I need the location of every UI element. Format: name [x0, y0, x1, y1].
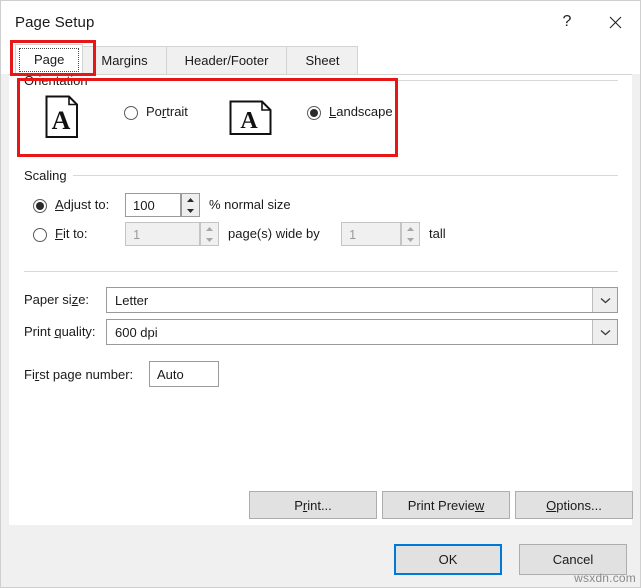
paper-size-dropdown-button[interactable]: [592, 288, 617, 312]
help-button[interactable]: ?: [544, 1, 590, 43]
tab-header-footer[interactable]: Header/Footer: [165, 46, 288, 74]
print-quality-value: 600 dpi: [115, 324, 158, 340]
fit-to-label-accel: F: [55, 226, 63, 241]
adjust-to-spinner[interactable]: [181, 193, 200, 217]
fit-to-wide-input: 1: [125, 222, 200, 246]
adjust-to-label-accel: A: [55, 197, 64, 212]
print-quality-dropdown-button[interactable]: [592, 320, 617, 344]
print-quality-label: Print quality:: [24, 324, 96, 339]
close-button[interactable]: [590, 1, 640, 43]
first-page-number-label: First page number:: [24, 367, 133, 382]
fit-to-label-post: it to:: [62, 226, 88, 241]
print-quality-combobox[interactable]: 600 dpi: [106, 319, 618, 345]
portrait-label-post: trait: [166, 104, 188, 119]
landscape-radio[interactable]: [307, 106, 321, 120]
adjust-to-label[interactable]: Adjust to:: [55, 197, 109, 212]
svg-text:A: A: [52, 106, 71, 135]
tab-strip: Page Margins Header/Footer Sheet: [15, 43, 359, 74]
watermark-text: wsxdn.com: [574, 571, 636, 585]
page-title: Page Setup: [15, 13, 95, 31]
fit-to-label[interactable]: Fit to:: [55, 226, 88, 241]
close-icon: [609, 16, 621, 28]
paper-size-label-pre: Paper si: [24, 292, 72, 307]
adjust-to-suffix: % normal size: [209, 197, 291, 212]
spinner-down-button: [402, 234, 419, 245]
scaling-section-divider: [24, 271, 618, 272]
landscape-page-icon[interactable]: A: [229, 100, 273, 136]
triangle-up-icon: [407, 226, 414, 231]
page-tab-panel: Orientation A Portrait A Landscape Scali…: [9, 73, 633, 525]
spinner-up-button: [402, 223, 419, 234]
triangle-up-icon: [206, 226, 213, 231]
tab-sheet[interactable]: Sheet: [286, 46, 359, 74]
scaling-group-label: Scaling: [24, 168, 73, 183]
triangle-up-icon: [187, 197, 194, 202]
print-button-pre: P: [294, 497, 303, 513]
portrait-page-icon[interactable]: A: [45, 95, 79, 139]
portrait-radio[interactable]: [124, 106, 138, 120]
dialog-footer: OK Cancel wsxdn.com: [1, 525, 640, 587]
paper-size-label-post: e:: [78, 292, 90, 307]
paper-size-label: Paper size:: [24, 292, 89, 307]
portrait-label-pre: Po: [146, 104, 162, 119]
chevron-down-icon: [600, 297, 610, 303]
first-page-number-label-post: st page number:: [39, 367, 134, 382]
spinner-down-button: [201, 234, 218, 245]
options-button-post: ptions...: [556, 497, 602, 513]
spinner-down-button[interactable]: [182, 205, 199, 216]
landscape-label[interactable]: Landscape: [329, 104, 393, 119]
ok-button[interactable]: OK: [394, 544, 502, 575]
titlebar-button-group: ?: [544, 1, 640, 43]
fit-to-tall-label: tall: [429, 226, 446, 241]
triangle-down-icon: [407, 237, 414, 242]
print-button-post: int...: [307, 497, 332, 513]
first-page-number-input[interactable]: Auto: [149, 361, 219, 387]
paper-size-combobox[interactable]: Letter: [106, 287, 618, 313]
print-button[interactable]: Pr int...: [249, 491, 377, 519]
tab-sheet-label: Sheet: [305, 53, 340, 68]
adjust-to-label-post: djust to:: [63, 197, 110, 212]
chevron-down-icon: [600, 329, 610, 335]
tab-header-footer-label: Header/Footer: [184, 53, 269, 68]
tab-margins[interactable]: Margins: [82, 46, 167, 74]
title-bar: Page Setup ?: [1, 1, 640, 43]
tab-margins-label: Margins: [101, 53, 148, 68]
tab-strip-container: Page Margins Header/Footer Sheet: [1, 40, 640, 76]
options-button[interactable]: Options...: [515, 491, 633, 519]
portrait-label[interactable]: Portrait: [146, 104, 188, 119]
orientation-group-line: [81, 80, 618, 81]
fit-to-wide-spinner: [200, 222, 219, 246]
adjust-to-radio[interactable]: [33, 199, 47, 213]
tab-page-label: Page: [34, 52, 65, 67]
first-page-number-label-pre: Fi: [24, 367, 35, 382]
tab-page[interactable]: Page: [15, 44, 84, 74]
scaling-group-line: [71, 175, 618, 176]
print-preview-button-accel: w: [474, 497, 485, 513]
fit-to-tall-input: 1: [341, 222, 401, 246]
options-button-accel: O: [546, 497, 557, 513]
print-preview-button-pre: Print Previe: [407, 497, 475, 513]
fit-to-radio[interactable]: [33, 228, 47, 242]
fit-to-tall-spinner: [401, 222, 420, 246]
print-quality-label-accel: q: [54, 324, 62, 339]
paper-size-value: Letter: [115, 292, 149, 308]
landscape-label-post: andscape: [336, 104, 393, 119]
spinner-up-button: [201, 223, 218, 234]
adjust-to-input[interactable]: 100: [125, 193, 181, 217]
triangle-down-icon: [187, 208, 194, 213]
fit-to-middle-label: page(s) wide by: [228, 226, 320, 241]
svg-text:A: A: [240, 108, 258, 134]
triangle-down-icon: [206, 237, 213, 242]
print-preview-button[interactable]: Print Previe w: [382, 491, 510, 519]
page-setup-dialog: Page Setup ? Page Margins Header/Footer …: [0, 0, 641, 588]
spinner-up-button[interactable]: [182, 194, 199, 205]
print-quality-label-pre: Print: [24, 324, 55, 339]
question-mark-icon: ?: [562, 13, 572, 30]
print-quality-label-post: uality:: [61, 324, 96, 339]
orientation-group-label: Orientation: [24, 73, 94, 88]
